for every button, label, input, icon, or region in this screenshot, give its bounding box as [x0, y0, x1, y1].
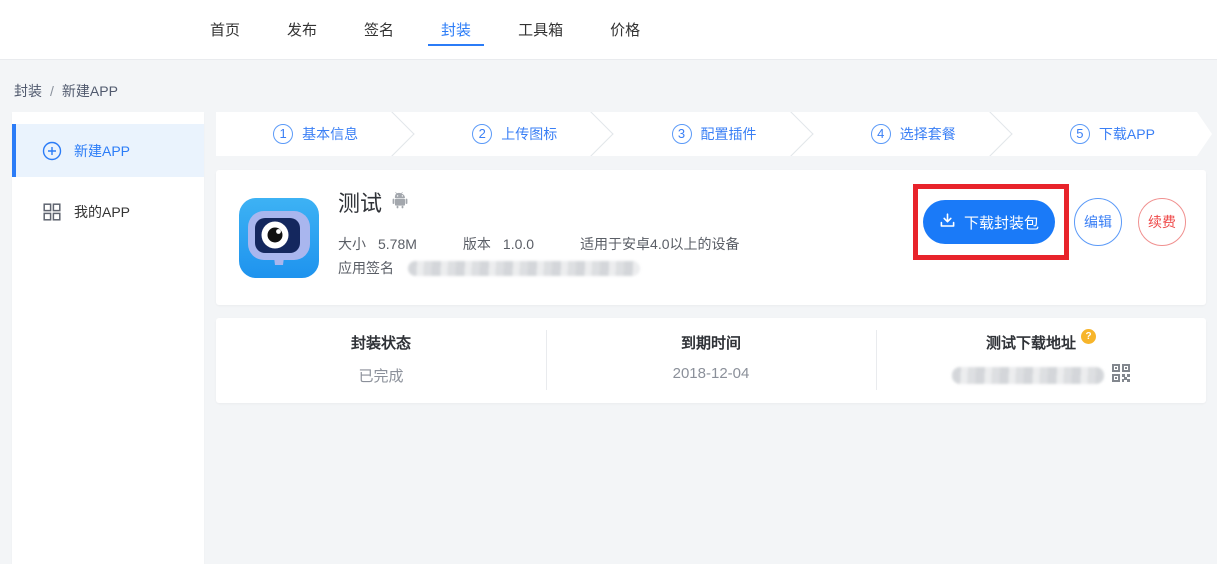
breadcrumb-current: 新建APP — [62, 83, 118, 99]
size-label: 大小 — [338, 234, 366, 254]
app-signature-row: 应用签名 — [338, 258, 640, 278]
step-number: 1 — [273, 124, 293, 144]
edit-button-label: 编辑 — [1084, 212, 1112, 232]
version-label: 版本 — [463, 234, 491, 254]
breadcrumb-root[interactable]: 封装 — [14, 83, 42, 99]
help-question-icon[interactable]: ? — [1081, 329, 1096, 344]
download-icon — [939, 212, 956, 233]
app-card: 测试 大小 5.78M 版本 1.0.0 适用于安卓4.0以上的设备 应用签名 — [216, 170, 1206, 305]
step-label: 选择套餐 — [900, 124, 956, 144]
sidebar-item-my-app[interactable]: 我的APP — [12, 185, 204, 238]
download-url-redacted-link[interactable] — [952, 367, 1104, 384]
size-value: 5.78M — [378, 236, 417, 252]
status-column-expiry: 到期时间 2018-12-04 — [546, 318, 876, 403]
step-label: 配置插件 — [701, 124, 757, 144]
sidebar: 新建APP 我的APP — [12, 112, 204, 564]
nav-item-toolbox[interactable]: 工具箱 — [505, 0, 576, 59]
step-number: 5 — [1070, 124, 1090, 144]
step-number: 2 — [472, 124, 492, 144]
status-card: 封装状态 已完成 到期时间 2018-12-04 测试下载地址? — [216, 318, 1206, 403]
nav-label: 封装 — [441, 19, 471, 40]
expiry-header: 到期时间 — [546, 332, 876, 353]
download-url-row — [876, 363, 1206, 388]
plus-circle-icon — [42, 141, 62, 161]
nav-item-package[interactable]: 封装 — [428, 0, 484, 59]
renew-button[interactable]: 续费 — [1138, 198, 1186, 246]
nav-label: 发布 — [287, 19, 317, 40]
step-basic-info[interactable]: 1 基本信息 — [216, 112, 415, 156]
download-package-button[interactable]: 下载封装包 — [923, 200, 1055, 244]
download-url-header-label: 测试下载地址 — [986, 335, 1076, 352]
nav-items: 首页 发布 签名 封装 工具箱 价格 — [0, 0, 1217, 59]
nav-item-home[interactable]: 首页 — [197, 0, 253, 59]
app-name: 测试 — [338, 186, 382, 218]
version-value: 1.0.0 — [503, 236, 534, 252]
step-select-plan[interactable]: 4 选择套餐 — [814, 112, 1013, 156]
sidebar-item-new-app[interactable]: 新建APP — [12, 124, 204, 177]
nav-item-pricing[interactable]: 价格 — [597, 0, 653, 59]
nav-label: 签名 — [364, 19, 394, 40]
top-nav: 首页 发布 签名 封装 工具箱 价格 — [0, 0, 1217, 60]
steps-bar: 1 基本信息 2 上传图标 3 配置插件 4 选择套餐 5 下载APP — [216, 112, 1212, 156]
status-column-download-url: 测试下载地址? — [876, 318, 1206, 403]
compatibility-text: 适用于安卓4.0以上的设备 — [580, 234, 739, 254]
sidebar-item-label: 新建APP — [74, 141, 130, 161]
step-number: 3 — [672, 124, 692, 144]
breadcrumb: 封装 / 新建APP — [14, 81, 118, 101]
nav-item-sign[interactable]: 签名 — [351, 0, 407, 59]
download-button-label: 下载封装包 — [964, 212, 1039, 233]
step-number: 4 — [871, 124, 891, 144]
sidebar-item-label: 我的APP — [74, 202, 130, 222]
download-url-header: 测试下载地址? — [876, 332, 1206, 353]
nav-label: 首页 — [210, 19, 240, 40]
step-configure-plugins[interactable]: 3 配置插件 — [614, 112, 813, 156]
status-column-state: 封装状态 已完成 — [216, 318, 546, 403]
signature-redacted-value — [408, 261, 640, 276]
app-icon — [238, 197, 320, 279]
nav-label: 价格 — [610, 19, 640, 40]
renew-button-label: 续费 — [1148, 212, 1176, 232]
column-divider — [546, 330, 547, 390]
expiry-value: 2018-12-04 — [546, 365, 876, 382]
app-meta-row: 大小 5.78M 版本 1.0.0 适用于安卓4.0以上的设备 — [338, 234, 740, 254]
nav-item-publish[interactable]: 发布 — [274, 0, 330, 59]
signature-label: 应用签名 — [338, 258, 394, 278]
app-title-row: 测试 — [338, 186, 409, 218]
step-download-app[interactable]: 5 下载APP — [1013, 112, 1212, 156]
grid-icon — [42, 202, 62, 222]
breadcrumb-separator: / — [50, 83, 54, 99]
qr-code-icon[interactable] — [1111, 363, 1131, 388]
step-label: 基本信息 — [302, 124, 358, 144]
edit-button[interactable]: 编辑 — [1074, 198, 1122, 246]
step-label: 下载APP — [1099, 124, 1155, 144]
column-divider — [876, 330, 877, 390]
nav-label: 工具箱 — [518, 19, 563, 40]
step-upload-icon[interactable]: 2 上传图标 — [415, 112, 614, 156]
status-value: 已完成 — [216, 365, 546, 386]
status-header: 封装状态 — [216, 332, 546, 353]
step-label: 上传图标 — [501, 124, 557, 144]
android-icon — [391, 191, 409, 214]
